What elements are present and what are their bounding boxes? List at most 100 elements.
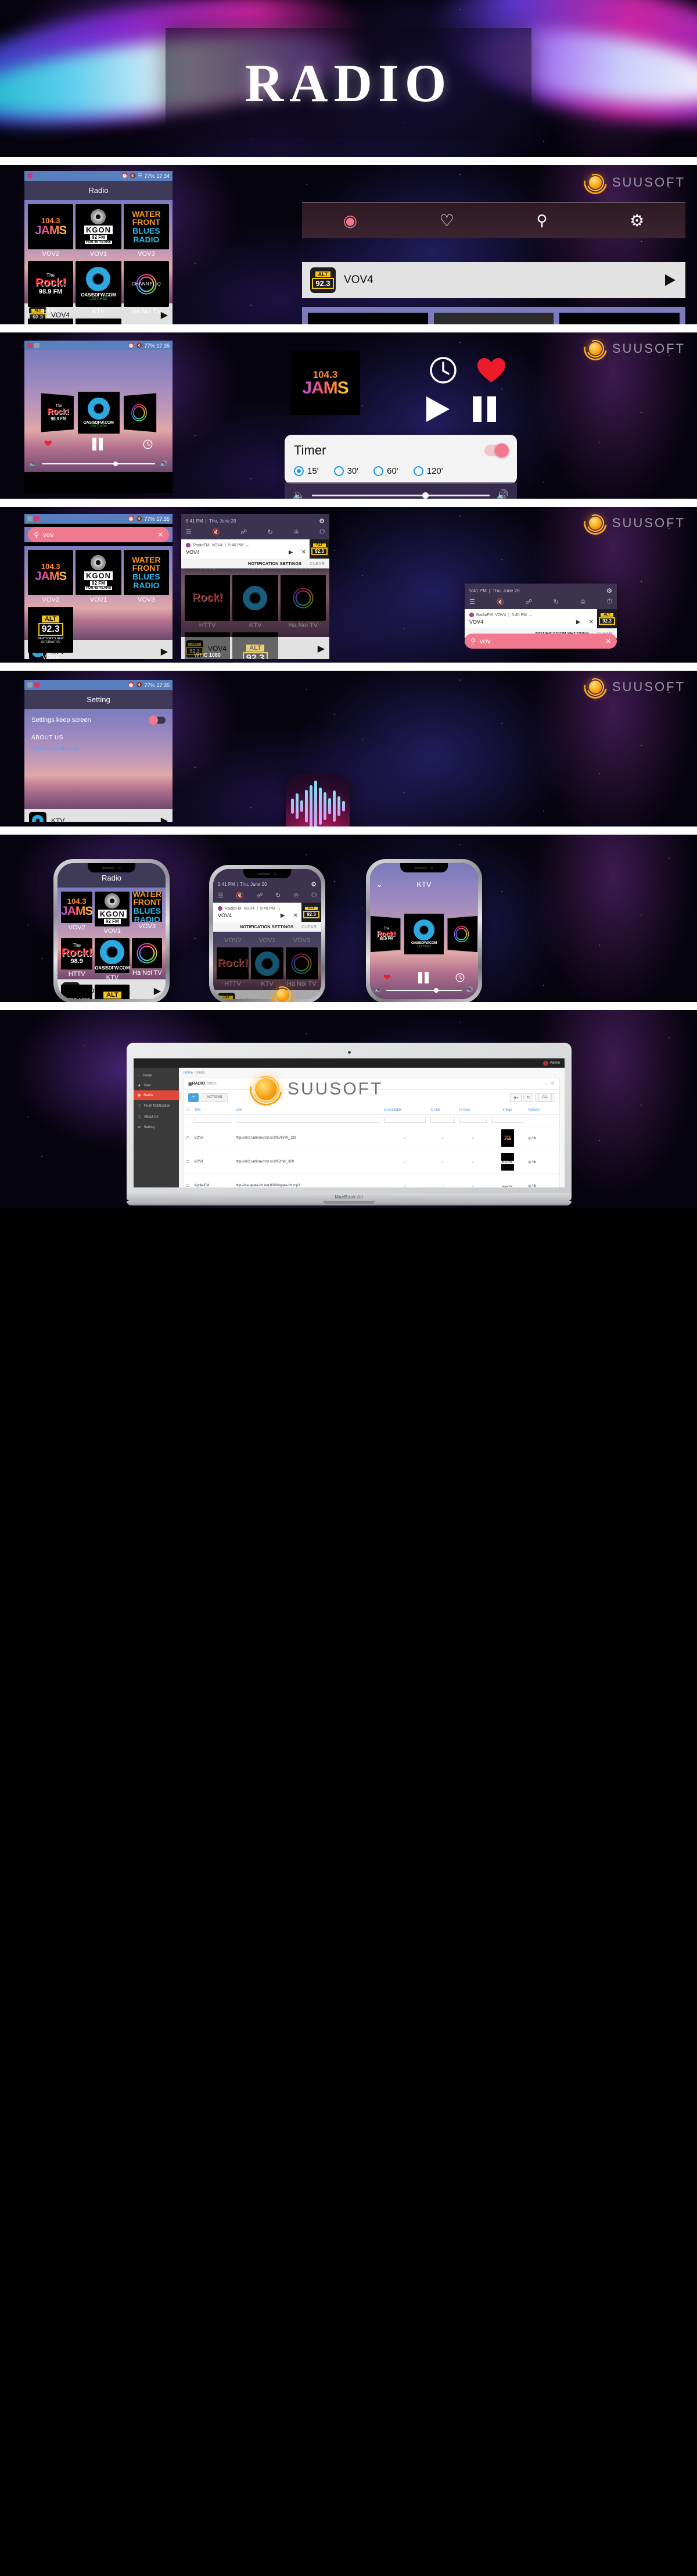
table-row[interactable]: ☐ VOV1 http://air2.radiorecord.ru:805/md…	[184, 1150, 559, 1174]
notification-item[interactable]: RadioFM VOV4 | 5:40 PM ⌄ VOV4 ▶ ✕ ALT 92.…	[213, 903, 321, 922]
station-tile[interactable]: WATER FRONT BLUES RADIO VOV3	[123, 204, 169, 257]
mute-icon[interactable]: 🔇	[497, 598, 505, 606]
rotate-icon[interactable]: ↻	[275, 892, 281, 899]
close-icon[interactable]: ✕	[293, 913, 298, 919]
heart-icon[interactable]: ♡	[440, 211, 454, 230]
column-link[interactable]: Link	[233, 1105, 382, 1115]
station-tile[interactable]: KGON 92 FM VOV1	[95, 892, 130, 935]
sidebar-item-push-notification[interactable]: ⓘ Push Notification	[134, 1100, 179, 1111]
timer-option-60[interactable]: 60'	[373, 466, 398, 476]
row-checkbox[interactable]: ☐	[186, 1137, 189, 1140]
chevron-down-icon[interactable]: ⌄	[529, 613, 533, 617]
bluetooth-icon[interactable]: ☍	[257, 892, 263, 899]
rotate-icon[interactable]: ↻	[268, 528, 273, 536]
clock-icon[interactable]	[430, 357, 457, 384]
filter-image-input[interactable]	[491, 1118, 523, 1123]
notification-item[interactable]: RadioFM VOV4 | 5:40 PM ⌄ VOV4 ▶ ✕ ALT 92.…	[465, 609, 617, 628]
filter-new-select[interactable]	[459, 1118, 487, 1123]
station-card[interactable]: WATERFRONTBLUESRADIO VOV3	[559, 313, 680, 324]
featured-search-bar[interactable]: ⚲ vov ✕	[465, 634, 617, 649]
notification-item[interactable]: RadioFM VOV4 | 5:40 PM ⌄ VOV4 ▶ ✕ ALT 92.…	[181, 539, 329, 559]
cell-actions[interactable]: ◎/⚙	[525, 1150, 559, 1174]
station-tile[interactable]: 104.3 JAMS VOV2	[61, 892, 93, 935]
heart-icon[interactable]	[476, 357, 506, 384]
station-tile[interactable]: ALT92.3NEW YORK'S NEW ALTERNATIVE VOV4	[28, 607, 74, 659]
sidebar-item-setting[interactable]: ⚙ Setting	[134, 1122, 179, 1132]
station-tile[interactable]: ALT92.3VOV4	[95, 984, 130, 999]
now-playing-bar[interactable]: KTV ▶	[24, 809, 173, 822]
station-carousel[interactable]: The Rock! 98.9 FM OASISDFW.COM 103.7-HD2	[24, 392, 173, 434]
station-tile[interactable]: 104.3 JAMS VOV2	[28, 550, 74, 603]
volume-slider[interactable]: 🔈 🔊	[375, 987, 473, 993]
heart-icon[interactable]: ❤	[44, 438, 52, 450]
table-row[interactable]: ☐ Apple-FM http://ice.apple-fm.net:8000/…	[184, 1173, 559, 1188]
play-icon[interactable]: ▶	[310, 996, 317, 999]
station-tile[interactable]: WTIC News Talk 1080 Binh Phuoc	[28, 318, 74, 324]
play-icon[interactable]: ▶	[289, 549, 293, 556]
flashlight-icon[interactable]: ♔	[293, 528, 299, 536]
search-icon[interactable]: ⚲	[536, 212, 547, 230]
station-tile[interactable]: The Rock! 98.9 FM HTTV	[28, 261, 74, 315]
play-icon[interactable]: ▶	[281, 913, 285, 919]
sidebar-item-radio[interactable]: ◉ Radio	[134, 1090, 179, 1100]
keep-screen-row[interactable]: Settings keep screen	[24, 709, 173, 731]
battery-saver-icon[interactable]: ⏻	[319, 528, 325, 536]
add-button[interactable]: +	[188, 1093, 199, 1102]
gear-icon[interactable]: ⚙	[606, 587, 612, 595]
keep-screen-toggle[interactable]	[149, 715, 166, 725]
station-tile[interactable]: ALT92.3NEW YORK'S NEW ALTERNATIVE VOV4	[76, 318, 121, 324]
cell-actions[interactable]: ◎/⚙	[525, 1173, 559, 1187]
column-title[interactable]: Title	[192, 1105, 233, 1115]
play-icon[interactable]: ▶	[161, 815, 168, 822]
clear-button[interactable]: CLEAR	[310, 561, 325, 566]
timer-option-15[interactable]: 15'	[294, 466, 319, 476]
broadcast-icon[interactable]: ◉	[343, 211, 357, 230]
wifi-icon[interactable]: ☰	[469, 598, 475, 606]
row-checkbox[interactable]: ☐	[186, 1161, 189, 1164]
play-icon[interactable]	[424, 395, 451, 423]
play-icon[interactable]	[662, 273, 677, 288]
pause-icon[interactable]	[418, 971, 429, 984]
export-icon[interactable]: ♟▾	[509, 1093, 522, 1102]
sidebar-item-about-us[interactable]: ⓘ About Us	[134, 1111, 179, 1122]
heart-icon[interactable]: ❤	[383, 972, 391, 983]
filter-title-input[interactable]	[194, 1118, 231, 1123]
station-tile[interactable]: OASISDFW.COM 103.7-HD2 KTV	[76, 261, 121, 315]
station-tile[interactable]: KGON 92 FM FOR 45 YEARS VOV1	[76, 204, 121, 257]
featured-now-playing[interactable]: ALT 92.3 VOV4	[302, 262, 685, 298]
filter-available-select[interactable]	[384, 1118, 426, 1123]
clock-icon[interactable]	[143, 439, 153, 449]
play-icon[interactable]: ▶	[576, 619, 581, 625]
station-tile[interactable]: 104.3 JAMS VOV2	[28, 204, 74, 257]
chevron-down-icon[interactable]: ⌄	[376, 879, 383, 889]
pause-icon[interactable]	[91, 437, 104, 451]
admin-user-label[interactable]: Admin	[550, 1061, 560, 1065]
sidebar-item-home[interactable]: ⌂ Home	[134, 1071, 179, 1081]
station-tile[interactable]: WATER FRONT BLUES RADIO VOV3	[132, 892, 163, 935]
flashlight-icon[interactable]: ♔	[580, 598, 586, 606]
all-filter-button[interactable]: ALL	[535, 1093, 555, 1102]
row-checkbox[interactable]: ☐	[186, 1185, 189, 1188]
now-playing-bar[interactable]: ALT92.3 VOV4 ▶	[213, 990, 321, 999]
avatar[interactable]	[542, 1060, 548, 1066]
gear-icon[interactable]: ⚙	[630, 211, 644, 230]
close-icon[interactable]: ✕	[157, 531, 163, 539]
station-tile[interactable]: The Rock! 98.9 HTTV	[61, 938, 93, 981]
battery-saver-icon[interactable]: ⏻	[311, 892, 317, 899]
clock-icon[interactable]	[455, 973, 465, 982]
wifi-icon[interactable]: ☰	[218, 892, 224, 899]
chevron-down-icon[interactable]: ⌄	[278, 906, 281, 911]
bluetooth-icon[interactable]: ☍	[240, 528, 247, 536]
pause-icon[interactable]	[470, 395, 498, 423]
close-icon[interactable]: ✕	[301, 549, 306, 556]
close-icon[interactable]: ✕	[605, 637, 611, 645]
card-collapse-controls[interactable]: ⌄ ⧉	[544, 1081, 555, 1086]
gear-icon[interactable]: ⚙	[311, 881, 317, 888]
mute-icon[interactable]: 🔇	[236, 892, 244, 899]
filter-link-input[interactable]	[235, 1118, 380, 1123]
station-tile[interactable]: CHANNEL Q Ha Noi TV	[123, 261, 169, 315]
refresh-icon[interactable]: ↻	[523, 1093, 534, 1102]
filter-hot-select[interactable]	[430, 1118, 455, 1123]
column-is-new[interactable]: Is New	[457, 1105, 490, 1115]
actions-button[interactable]: ACTIONS	[202, 1093, 228, 1102]
